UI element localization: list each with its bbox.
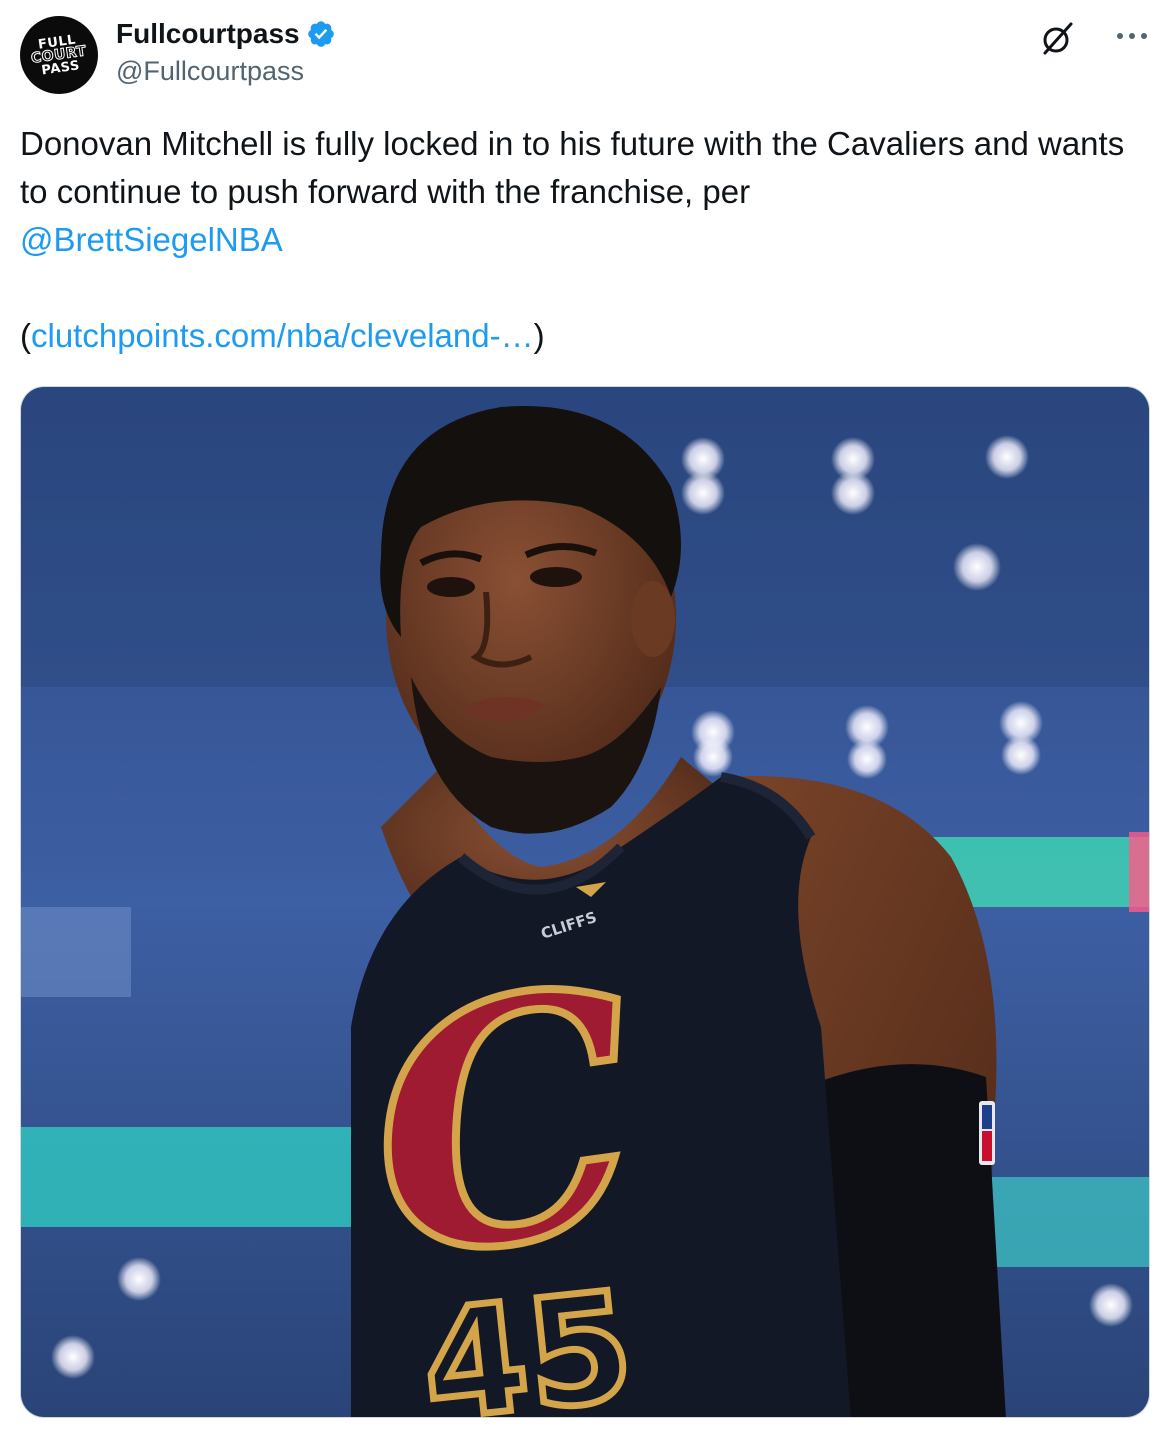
- profile-avatar[interactable]: FULL COURT PASS: [20, 16, 98, 94]
- verified-badge-icon: [307, 21, 334, 47]
- tweet-body-text: Donovan Mitchell is fully locked in to h…: [20, 125, 1125, 210]
- account-handle[interactable]: @Fullcourtpass: [116, 56, 336, 87]
- paren-open: (: [20, 317, 31, 354]
- jersey-number: 45: [415, 1260, 641, 1418]
- grok-icon[interactable]: [1038, 20, 1076, 58]
- account-names: Fullcourtpass @Fullcourtpass: [116, 14, 336, 87]
- fullcourtpass-logo: FULL COURT PASS: [29, 32, 90, 78]
- display-name[interactable]: Fullcourtpass: [116, 18, 300, 50]
- more-options-icon[interactable]: [1112, 26, 1152, 46]
- mention-link[interactable]: @BrettSiegelNBA: [20, 221, 283, 258]
- article-link[interactable]: clutchpoints.com/nba/cleveland-…: [31, 317, 534, 354]
- player-photo-illustration: CLIFFS C 45: [21, 387, 1149, 1418]
- tweet-card: FULL COURT PASS Fullcourtpass @Fullcourt…: [0, 0, 1172, 1438]
- tweet-text: Donovan Mitchell is fully locked in to h…: [20, 120, 1140, 360]
- tweet-photo[interactable]: CLIFFS C 45: [20, 386, 1150, 1418]
- paren-close: ): [533, 317, 545, 354]
